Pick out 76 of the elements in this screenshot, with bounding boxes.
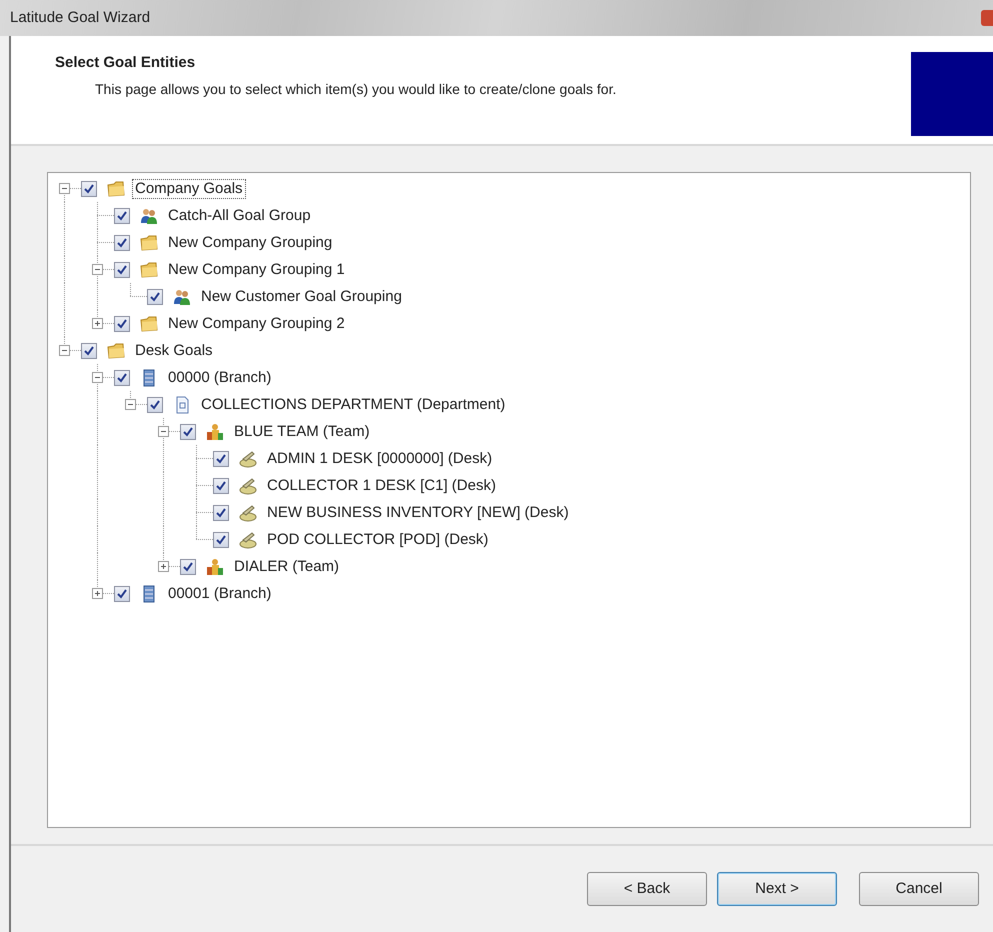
checkbox[interactable] — [213, 478, 229, 494]
check-icon — [215, 480, 227, 492]
people-icon — [173, 288, 191, 306]
collapse-icon[interactable] — [158, 426, 169, 437]
check-icon — [215, 452, 227, 464]
folder-icon — [140, 260, 158, 278]
collapse-icon[interactable] — [125, 399, 136, 410]
checkbox[interactable] — [147, 288, 163, 304]
tree-item[interactable]: Catch-All Goal Group — [165, 206, 314, 226]
tree-item[interactable]: POD COLLECTOR [POD] (Desk) — [264, 530, 492, 550]
page-description: This page allows you to select which item(s) you would like to create/clone goals for. — [95, 80, 616, 99]
telephone-icon — [239, 504, 257, 522]
window-title: Latitude Goal Wizard — [9, 8, 150, 28]
tree-item[interactable]: 00001 (Branch) — [165, 584, 274, 604]
checkbox[interactable] — [114, 234, 130, 250]
wizard-button[interactable]: < Back — [587, 872, 707, 906]
telephone-icon — [239, 530, 257, 548]
tree-item[interactable]: Company Goals — [132, 178, 246, 198]
tree-item[interactable]: ADMIN 1 DESK [0000000] (Desk) — [264, 448, 496, 468]
people-icon — [140, 206, 158, 224]
checkbox[interactable] — [81, 342, 97, 358]
tree-item[interactable]: NEW BUSINESS INVENTORY [NEW] (Desk) — [264, 502, 572, 522]
page-title: Select Goal Entities — [55, 53, 196, 73]
check-icon — [116, 210, 128, 222]
check-icon — [83, 344, 95, 356]
tree-item[interactable]: DIALER (Team) — [231, 556, 342, 576]
checkbox[interactable] — [180, 558, 196, 574]
check-icon — [215, 506, 227, 518]
checkbox[interactable] — [213, 450, 229, 466]
checkbox[interactable] — [147, 396, 163, 412]
tree-item[interactable]: 00000 (Branch) — [165, 368, 274, 388]
team-icon — [206, 422, 224, 440]
check-icon — [215, 534, 227, 546]
checkbox[interactable] — [180, 424, 196, 440]
check-icon — [116, 264, 128, 276]
check-icon — [182, 560, 194, 572]
folder-icon — [140, 234, 158, 252]
checkbox[interactable] — [114, 262, 130, 278]
checkbox[interactable] — [114, 208, 130, 224]
expand-icon[interactable] — [158, 561, 169, 572]
check-icon — [116, 236, 128, 248]
collapse-icon[interactable] — [92, 372, 103, 383]
checkbox[interactable] — [114, 370, 130, 386]
telephone-icon — [239, 450, 257, 468]
collapse-icon[interactable] — [59, 183, 70, 194]
check-icon — [149, 398, 161, 410]
tree-item[interactable]: COLLECTOR 1 DESK [C1] (Desk) — [264, 476, 499, 496]
wizard-button[interactable]: Cancel — [859, 872, 979, 906]
tree-item[interactable]: New Company Grouping — [165, 232, 336, 252]
tree-item[interactable]: BLUE TEAM (Team) — [231, 422, 373, 442]
tree-item[interactable]: New Company Grouping 2 — [165, 314, 348, 334]
checkbox[interactable] — [81, 180, 97, 196]
tree-item[interactable]: New Customer Goal Grouping — [198, 286, 405, 306]
collapse-icon[interactable] — [92, 264, 103, 275]
check-icon — [116, 588, 128, 600]
wizard-button[interactable]: Next > — [717, 872, 837, 906]
tree-item[interactable]: COLLECTIONS DEPARTMENT (Department) — [198, 394, 508, 414]
check-icon — [116, 318, 128, 330]
checkbox[interactable] — [114, 586, 130, 602]
folder-icon — [107, 342, 125, 360]
checkbox[interactable] — [114, 316, 130, 332]
folder-icon — [140, 314, 158, 332]
team-icon — [206, 558, 224, 576]
checkbox[interactable] — [213, 532, 229, 548]
check-icon — [182, 426, 194, 438]
expand-icon[interactable] — [92, 318, 103, 329]
expand-icon[interactable] — [92, 588, 103, 599]
tree-item[interactable]: Desk Goals — [132, 340, 216, 360]
checkbox[interactable] — [213, 504, 229, 520]
check-icon — [149, 290, 161, 302]
telephone-icon — [239, 476, 257, 494]
folder-icon — [107, 180, 125, 198]
check-icon — [83, 182, 95, 194]
tree-item[interactable]: New Company Grouping 1 — [165, 260, 348, 280]
collapse-icon[interactable] — [59, 345, 70, 356]
check-icon — [116, 372, 128, 384]
